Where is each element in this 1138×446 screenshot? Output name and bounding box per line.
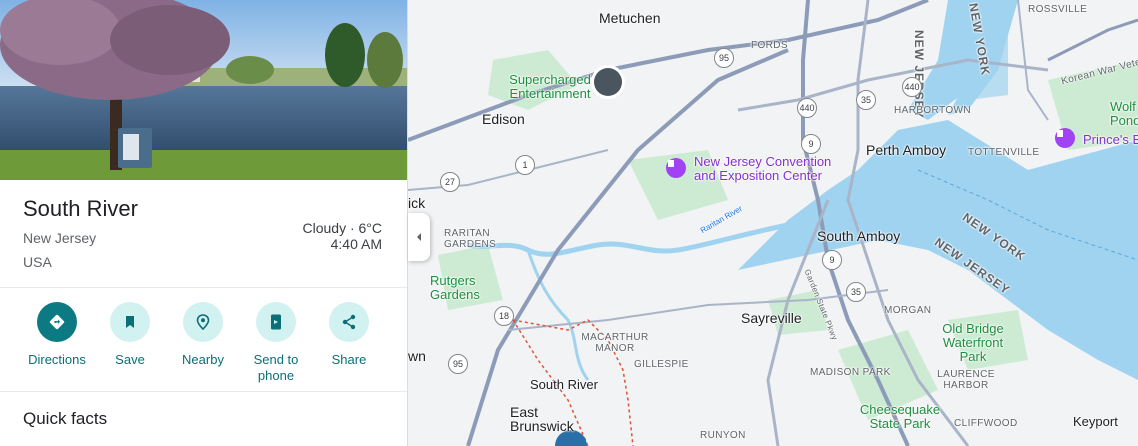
map-label-perth-amboy[interactable]: Perth Amboy [866,142,946,158]
chevron-left-icon [417,233,421,241]
collapse-panel-button[interactable] [408,213,430,261]
weather-condition: Cloudy · 6°C [302,220,382,236]
map-label-ick[interactable]: ick [408,195,425,211]
map-label-wolf-pond[interactable]: Wolf Pond [1110,100,1138,128]
nearby-icon [183,302,223,342]
map-label-harbortown[interactable]: HARBORTOWN [894,105,971,116]
map-label-gillespie[interactable]: GILLESPIE [634,359,689,370]
map-label-supercharged[interactable]: Supercharged Entertainment [495,73,605,101]
map-label-metuchen[interactable]: Metuchen [599,10,660,26]
interstate-shield-icon: 95 [714,48,734,68]
map-label-runyon[interactable]: RUNYON [700,430,746,441]
map-label-edison[interactable]: Edison [482,111,525,127]
route-shield-icon: 9 [801,134,821,154]
map-label-fords[interactable]: FORDS [751,40,788,51]
map-label-tottenville[interactable]: TOTTENVILLE [968,147,1039,158]
map-label-madison-park[interactable]: MADISON PARK [810,367,891,378]
place-title: South River [23,196,138,221]
map-label-cheesequake[interactable]: Cheesequake State Park [852,403,948,431]
local-time: 4:40 AM [330,236,382,252]
map-label-rossville[interactable]: ROSSVILLE [1028,4,1087,15]
share-icon [329,302,369,342]
route-shield-icon: 440 [797,98,817,118]
save-label: Save [115,352,145,367]
save-button[interactable]: Save [93,302,167,368]
directions-label: Directions [28,352,86,367]
route-shield-icon: 1 [515,155,535,175]
route-shield-icon: 440 [902,77,922,97]
quick-facts-heading: Quick facts [23,409,108,428]
place-panel: South River New Jersey USA Cloudy · 6°C … [0,0,408,446]
bookmark-icon [110,302,150,342]
map-label-wn[interactable]: wn [408,348,426,364]
share-label: Share [331,352,367,367]
place-country: USA [23,254,52,270]
map-label-east-brunswick[interactable]: East Brunswick [510,405,600,433]
map-label-keyport[interactable]: Keyport [1073,414,1118,429]
map-label-morgan[interactable]: MORGAN [884,305,931,316]
share-button[interactable]: Share [312,302,386,368]
send-to-phone-button[interactable]: Send to phone [239,302,313,384]
send-to-phone-icon [256,302,296,342]
map-label-macarthur-manor[interactable]: MACARTHUR MANOR [580,332,650,354]
route-shield-icon: 35 [846,282,866,302]
map-label-old-bridge[interactable]: Old Bridge Waterfront Park [928,322,1018,364]
map-label-laurence-harbor[interactable]: LAURENCE HARBOR [936,369,996,391]
map-label-south-river[interactable]: South River [530,377,598,392]
nearby-label: Nearby [182,352,224,367]
divider [0,287,407,288]
map-label-raritan-gardens[interactable]: RARITAN GARDENS [444,228,504,250]
map-label-south-amboy[interactable]: South Amboy [817,228,900,244]
route-shield-icon: 27 [440,172,460,192]
lake-photo-image [0,0,407,180]
map-canvas[interactable]: Metuchen FORDS NEW JERSEY NEW YORK ROSSV… [408,0,1138,446]
map-label-nj-convention[interactable]: New Jersey Convention and Exposition Cen… [694,155,844,183]
route-shield-icon: 35 [856,90,876,110]
route-shield-icon: 9 [822,250,842,270]
route-shield-icon: 18 [494,306,514,326]
send-to-phone-label: Send to phone [253,352,299,383]
nearby-button[interactable]: Nearby [166,302,240,368]
place-region: New Jersey [23,230,97,246]
map-label-princes-bay[interactable]: Prince's B [1083,133,1138,147]
interstate-shield-icon: 95 [448,354,468,374]
landmark-pin-icon[interactable] [1055,128,1075,148]
landmark-pin-icon[interactable] [666,158,686,178]
map-label-rutgers-gardens[interactable]: Rutgers Gardens [430,274,490,302]
directions-button[interactable]: Directions [20,302,94,368]
map-label-cliffwood[interactable]: CLIFFWOOD [954,418,1018,429]
divider [0,391,407,392]
directions-icon [37,302,77,342]
map-label-sayreville[interactable]: Sayreville [741,310,802,326]
map-base-layer [408,0,1138,446]
weather-info: Cloudy · 6°C 4:40 AM [302,220,382,252]
place-photo[interactable] [0,0,407,180]
